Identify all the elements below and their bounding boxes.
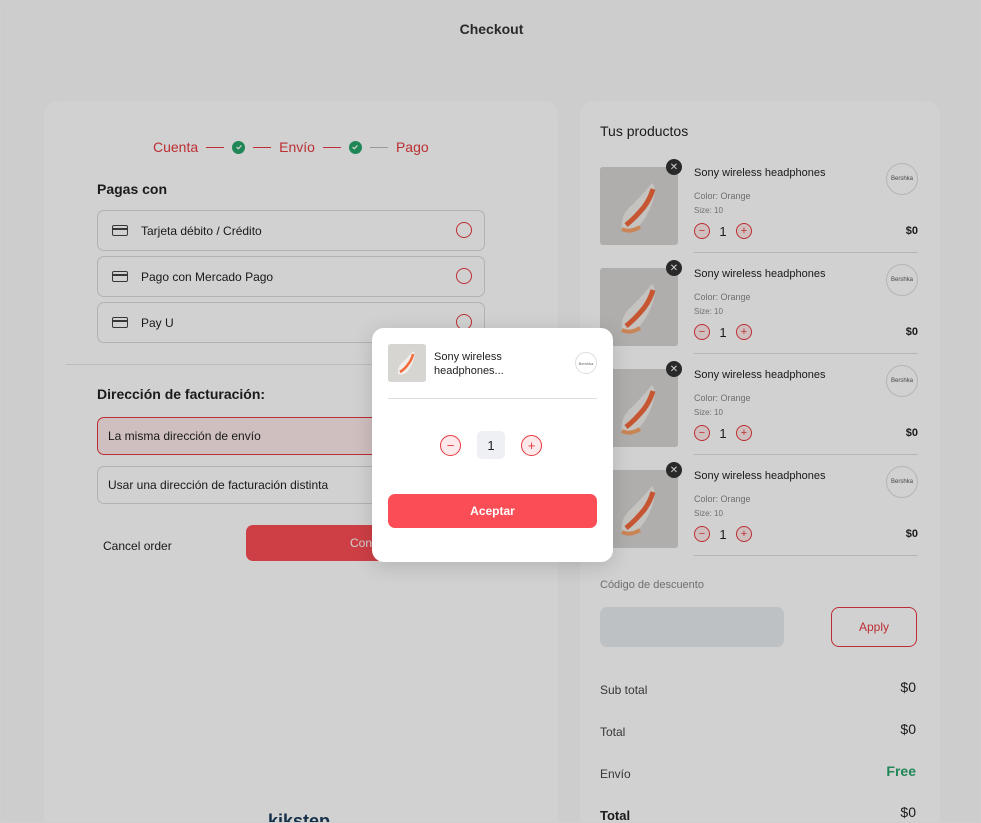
checkout-page: Checkout Cuenta Envío Pago Pagas con Tar… bbox=[0, 0, 981, 823]
modal-product-name: Sony wireless headphones... bbox=[434, 351, 504, 377]
brand-badge: Bershka bbox=[575, 352, 597, 374]
quantity-modal: Sony wireless headphones... Bershka − 1 … bbox=[372, 328, 613, 562]
modal-quantity-stepper: − 1 + bbox=[440, 431, 542, 459]
product-image bbox=[388, 344, 426, 382]
modal-divider bbox=[388, 398, 597, 399]
plus-icon[interactable]: + bbox=[521, 434, 542, 456]
minus-icon[interactable]: − bbox=[440, 434, 461, 456]
modal-quantity-value[interactable]: 1 bbox=[477, 431, 505, 459]
accept-button[interactable]: Aceptar bbox=[388, 494, 597, 528]
